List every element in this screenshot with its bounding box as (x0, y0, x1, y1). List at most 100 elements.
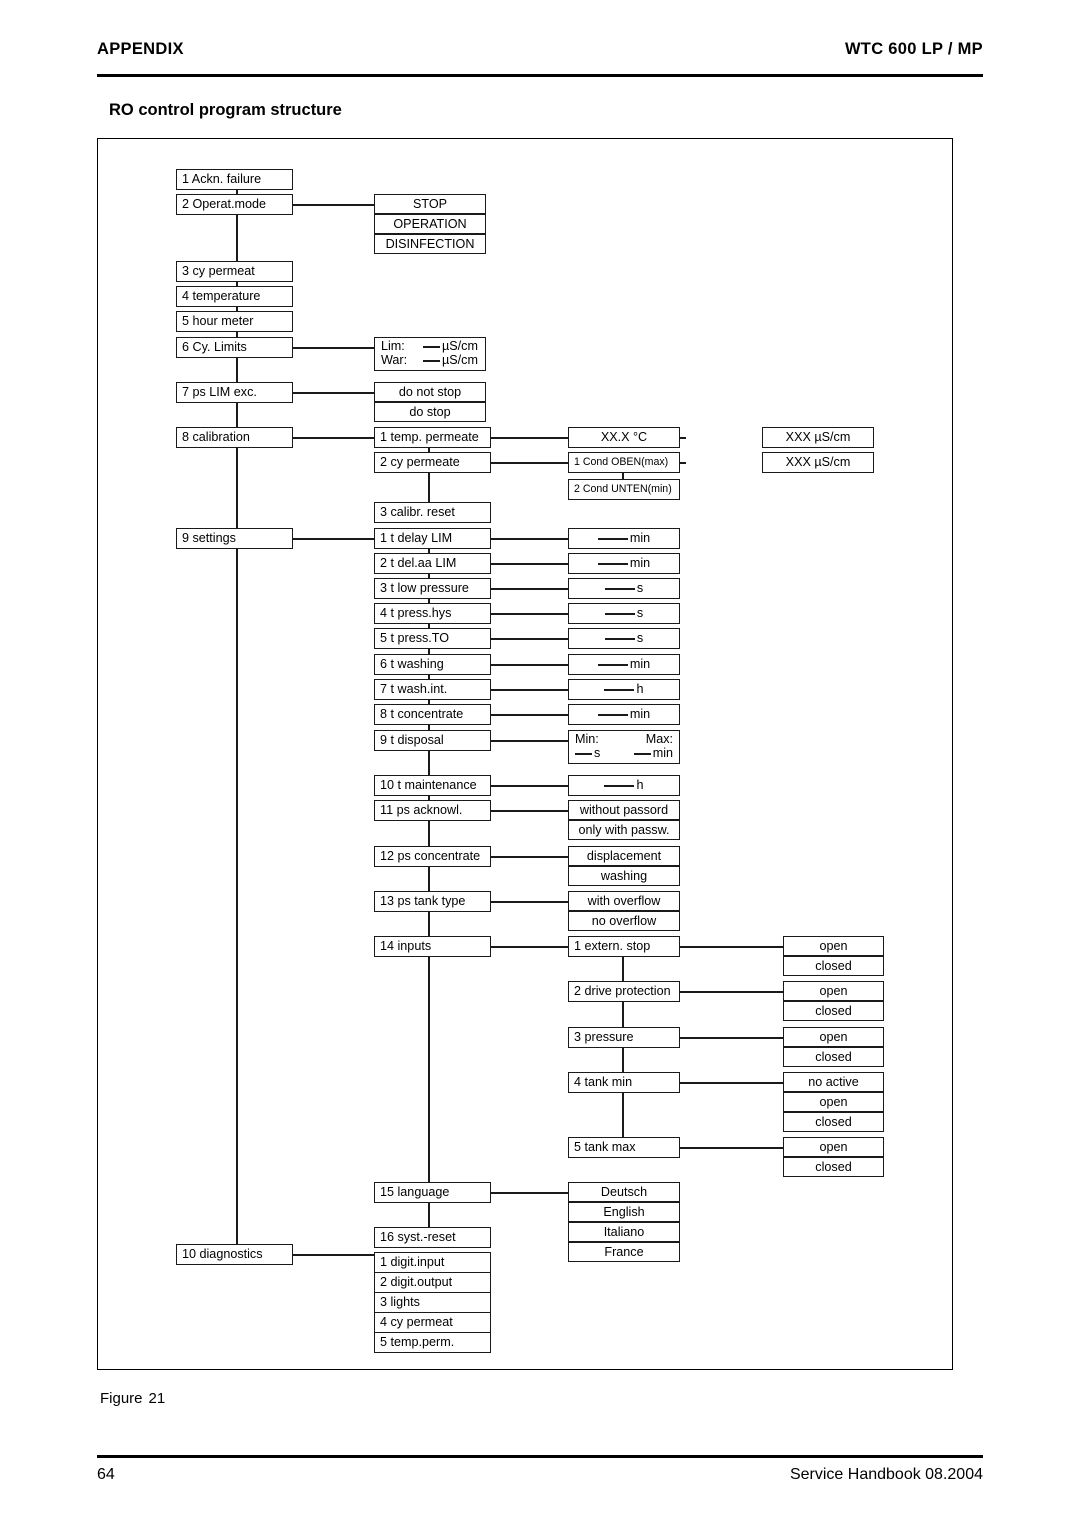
node-setting-t-concentrate[interactable]: 8 t concentrate (374, 704, 491, 725)
option-operat-mode-operation[interactable]: OPERATION (374, 214, 486, 234)
option-language-france[interactable]: France (568, 1242, 680, 1262)
node-diag-cy-permeat[interactable]: 4 cy permeat (374, 1312, 491, 1333)
node-diag-temp-perm[interactable]: 5 temp.perm. (374, 1332, 491, 1353)
node-calibration[interactable]: 8 calibration (176, 427, 293, 448)
node-ps-lim-exc[interactable]: 7 ps LIM exc. (176, 382, 293, 403)
node-operat-mode[interactable]: 2 Operat.mode (176, 194, 293, 215)
node-ackn-failure[interactable]: 1 Ackn. failure (176, 169, 293, 190)
value-unit: s (636, 581, 644, 596)
value-blank-icon (423, 359, 440, 362)
node-label: 13 ps tank type (380, 894, 466, 909)
option-ps-acknowl-only-with-passw[interactable]: only with passw. (568, 820, 680, 840)
node-setting-ps-tank-type[interactable]: 13 ps tank type (374, 891, 491, 912)
value-temp-permeate-celsius[interactable]: XX.X °C (568, 427, 680, 448)
option-ps-concentrate-washing[interactable]: washing (568, 866, 680, 886)
value-setting-t-delay-lim[interactable]: min (568, 528, 680, 549)
node-diag-lights[interactable]: 3 lights (374, 1292, 491, 1313)
node-input-pressure[interactable]: 3 pressure (568, 1027, 680, 1048)
option-tank-max-closed[interactable]: closed (783, 1157, 884, 1177)
connector-setting-4 (491, 613, 568, 615)
node-hour-meter[interactable]: 5 hour meter (176, 311, 293, 332)
node-label: 4 t press.hys (380, 606, 452, 621)
option-ps-lim-do-not-stop[interactable]: do not stop (374, 382, 486, 402)
option-pressure-closed[interactable]: closed (783, 1047, 884, 1067)
value-setting-t-press-to[interactable]: s (568, 628, 680, 649)
node-setting-t-washing[interactable]: 6 t washing (374, 654, 491, 675)
node-settings[interactable]: 9 settings (176, 528, 293, 549)
option-tank-type-with-overflow[interactable]: with overflow (568, 891, 680, 911)
option-operat-mode-stop[interactable]: STOP (374, 194, 486, 214)
program-structure-diagram: 1 Ackn. failure 2 Operat.mode 3 cy perme… (98, 139, 954, 1371)
node-input-tank-max[interactable]: 5 tank max (568, 1137, 680, 1158)
node-setting-language[interactable]: 15 language (374, 1182, 491, 1203)
node-setting-t-maintenance[interactable]: 10 t maintenance (374, 775, 491, 796)
value-setting-t-low-pressure[interactable]: s (568, 578, 680, 599)
option-tank-type-no-overflow[interactable]: no overflow (568, 911, 680, 931)
node-setting-ps-concentrate[interactable]: 12 ps concentrate (374, 846, 491, 867)
option-label: no overflow (591, 913, 657, 928)
node-setting-t-delaa-lim[interactable]: 2 t del.aa LIM (374, 553, 491, 574)
node-calib-cy-permeate[interactable]: 2 cy permeate (374, 452, 491, 473)
node-setting-ps-acknowl[interactable]: 11 ps acknowl. (374, 800, 491, 821)
value-setting-t-washing[interactable]: min (568, 654, 680, 675)
connector-setting-3 (491, 588, 568, 590)
option-label: closed (815, 1114, 852, 1129)
value-setting-t-press-hys[interactable]: s (568, 603, 680, 624)
node-calib-temp-permeate[interactable]: 1 temp. permeate (374, 427, 491, 448)
value-cy-permeate-conductivity[interactable]: XXX µS/cm (762, 452, 874, 473)
value-setting-t-wash-int[interactable]: h (568, 679, 680, 700)
option-ps-acknowl-without-password[interactable]: without passord (568, 800, 680, 820)
value-blank-icon (597, 537, 628, 540)
node-setting-t-press-to[interactable]: 5 t press.TO (374, 628, 491, 649)
option-pressure-open[interactable]: open (783, 1027, 884, 1047)
node-diag-digit-input[interactable]: 1 digit.input (374, 1252, 491, 1273)
node-setting-t-low-pressure[interactable]: 3 t low pressure (374, 578, 491, 599)
node-calib-reset[interactable]: 3 calibr. reset (374, 502, 491, 523)
option-tank-min-closed[interactable]: closed (783, 1112, 884, 1132)
option-language-italiano[interactable]: Italiano (568, 1222, 680, 1242)
node-input-tank-min[interactable]: 4 tank min (568, 1072, 680, 1093)
node-diag-digit-output[interactable]: 2 digit.output (374, 1272, 491, 1293)
node-cond-unten-min[interactable]: 2 Cond UNTEN(min) (568, 479, 680, 500)
option-drive-protection-closed[interactable]: closed (783, 1001, 884, 1021)
value-setting-t-concentrate[interactable]: min (568, 704, 680, 725)
node-temperature[interactable]: 4 temperature (176, 286, 293, 307)
connector-input-1 (680, 946, 783, 948)
node-setting-t-press-hys[interactable]: 4 t press.hys (374, 603, 491, 624)
node-setting-t-disposal[interactable]: 9 t disposal (374, 730, 491, 751)
value-temp-permeate-conductivity[interactable]: XXX µS/cm (762, 427, 874, 448)
option-label: without passord (579, 802, 669, 817)
option-language-english[interactable]: English (568, 1202, 680, 1222)
option-operat-mode-disinfection[interactable]: DISINFECTION (374, 234, 486, 254)
option-ps-concentrate-displacement[interactable]: displacement (568, 846, 680, 866)
node-setting-syst-reset[interactable]: 16 syst.-reset (374, 1227, 491, 1248)
value-setting-t-maintenance[interactable]: h (568, 775, 680, 796)
option-drive-protection-open[interactable]: open (783, 981, 884, 1001)
node-cy-permeat[interactable]: 3 cy permeat (176, 261, 293, 282)
option-language-deutsch[interactable]: Deutsch (568, 1182, 680, 1202)
node-setting-inputs[interactable]: 14 inputs (374, 936, 491, 957)
connector-calibration (293, 437, 374, 439)
value-setting-t-delaa-lim[interactable]: min (568, 553, 680, 574)
node-cond-oben-max[interactable]: 1 Cond OBEN(max) (568, 452, 680, 473)
node-input-extern-stop[interactable]: 1 extern. stop (568, 936, 680, 957)
option-label: OPERATION (393, 216, 467, 231)
node-setting-t-delay-lim[interactable]: 1 t delay LIM (374, 528, 491, 549)
node-setting-t-wash-int[interactable]: 7 t wash.int. (374, 679, 491, 700)
node-diagnostics[interactable]: 10 diagnostics (176, 1244, 293, 1265)
option-tank-max-open[interactable]: open (783, 1137, 884, 1157)
option-extern-stop-open[interactable]: open (783, 936, 884, 956)
node-input-drive-protection[interactable]: 2 drive protection (568, 981, 680, 1002)
node-cy-limits[interactable]: 6 Cy. Limits (176, 337, 293, 358)
option-ps-lim-do-stop[interactable]: do stop (374, 402, 486, 422)
option-extern-stop-closed[interactable]: closed (783, 956, 884, 976)
value-setting-t-disposal[interactable]: Min: Max: s min (568, 730, 680, 764)
page-number: 64 (97, 1466, 115, 1483)
option-tank-min-no-active[interactable]: no active (783, 1072, 884, 1092)
connector-setting-13 (491, 901, 568, 903)
page-header: APPENDIX WTC 600 LP / MP (97, 40, 983, 77)
value-cy-limits[interactable]: Lim: µS/cm War: µS/cm (374, 337, 486, 371)
cy-limits-lim-key: Lim: (381, 339, 405, 353)
disposal-min-label: Min: (575, 732, 599, 746)
option-tank-min-open[interactable]: open (783, 1092, 884, 1112)
